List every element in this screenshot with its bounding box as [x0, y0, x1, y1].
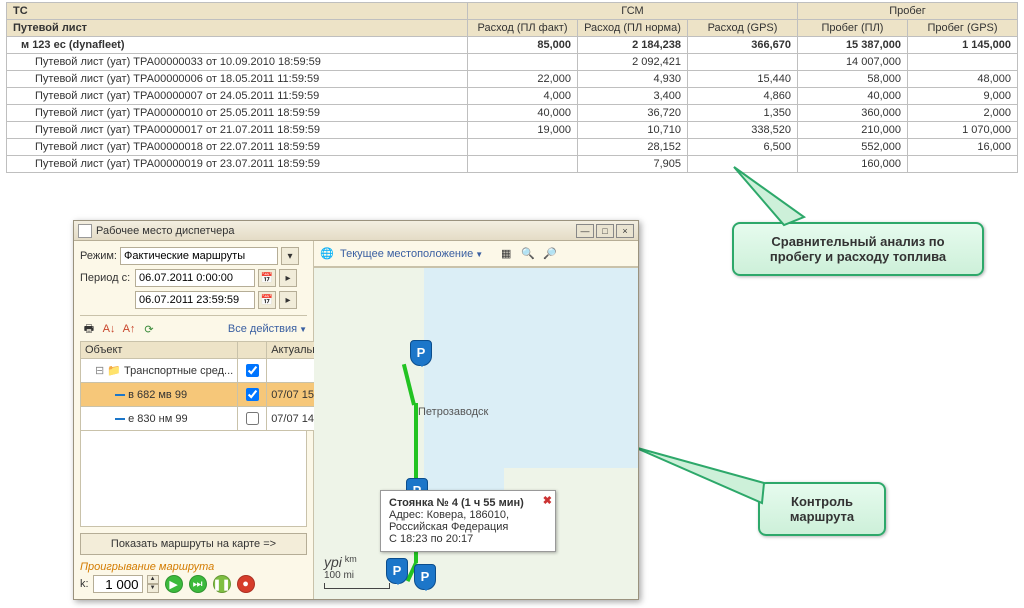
parking-marker-1[interactable]: P — [410, 340, 432, 366]
play-button[interactable]: ▶ — [165, 575, 183, 593]
tooltip-time: С 18:23 по 20:17 — [389, 533, 547, 545]
vehicle2-checkbox[interactable] — [246, 412, 259, 425]
vehicle1-checkbox[interactable] — [246, 388, 259, 401]
th-waybill: Путевой лист — [7, 20, 468, 37]
callout-route-arrow — [624, 437, 784, 517]
titlebar[interactable]: Рабочее место диспетчера — □ × — [74, 221, 638, 241]
table-row[interactable]: Путевой лист (уат) ТРА00000006 от 18.05.… — [7, 71, 1018, 88]
map-panel: 🌐 Текущее местоположение▼ ▦ 🔍 🔎 P P — [314, 241, 638, 599]
table-row[interactable]: Путевой лист (уат) ТРА00000018 от 22.07.… — [7, 139, 1018, 156]
minimize-button[interactable]: — — [576, 224, 594, 238]
all-actions-link[interactable]: Все действия▼ — [228, 323, 307, 335]
callout-analysis-text: Сравнительный анализ по пробегу и расход… — [770, 234, 946, 264]
left-panel: Режим: ▾ Период с: 📅 ▸ 📅 ▸ 🖶 A↓ A↑ — [74, 241, 314, 599]
window-icon — [78, 224, 92, 238]
date-to-arrow-button[interactable]: ▸ — [279, 291, 297, 309]
date-from-cal-button[interactable]: 📅 — [258, 269, 276, 287]
left-toolbar: 🖶 A↓ A↑ ⟳ Все действия▼ — [80, 320, 307, 338]
th-mileage-pl: Пробег (ПЛ) — [798, 20, 908, 37]
date-to-input[interactable] — [135, 291, 255, 309]
close-button[interactable]: × — [616, 224, 634, 238]
th-probeg: Пробег — [798, 3, 1018, 20]
date-from-arrow-button[interactable]: ▸ — [279, 269, 297, 287]
th-gsm: ГСМ — [468, 3, 798, 20]
tooltip-close-icon[interactable]: ✖ — [543, 494, 552, 507]
map-city-label: Петрозаводск — [418, 406, 488, 418]
callout-analysis-arrow — [724, 157, 814, 237]
vehicle-row-2[interactable]: е 830 нм 99 07/07 14:28 — [81, 407, 335, 431]
skip-button[interactable]: ⏭ — [189, 575, 207, 593]
k-up[interactable]: ▲ — [147, 575, 159, 584]
date-from-input[interactable] — [135, 269, 255, 287]
globe-icon[interactable]: 🌐 — [318, 245, 336, 263]
toolbar-refresh-icon[interactable]: ⟳ — [140, 320, 158, 338]
pause-button[interactable]: ❚❚ — [213, 575, 231, 593]
callout-route-text: Контроль маршрута — [790, 494, 854, 524]
k-input[interactable] — [93, 575, 143, 593]
toolbar-print-icon[interactable]: 🖶 — [80, 320, 98, 338]
th-consumption-gps: Расход (GPS) — [688, 20, 798, 37]
map-toolbar: 🌐 Текущее местоположение▼ ▦ 🔍 🔎 — [314, 241, 638, 267]
th-consumption-norm: Расход (ПЛ норма) — [578, 20, 688, 37]
window-title: Рабочее место диспетчера — [96, 225, 234, 237]
show-routes-button[interactable]: Показать маршруты на карте => — [80, 533, 307, 555]
maximize-button[interactable]: □ — [596, 224, 614, 238]
mode-label: Режим: — [80, 250, 117, 262]
map-area[interactable]: P P P P Петрозаводск ✖ Стоянка № 4 (1 ч … — [314, 267, 638, 599]
table-row[interactable]: Путевой лист (уат) ТРА00000033 от 10.09.… — [7, 54, 1018, 71]
fuel-mileage-table: ТС ГСМ Пробег Путевой лист Расход (ПЛ фа… — [6, 2, 1018, 173]
parking-marker-4[interactable]: P — [414, 564, 436, 590]
date-to-cal-button[interactable]: 📅 — [258, 291, 276, 309]
table-row[interactable]: Путевой лист (уат) ТРА00000007 от 24.05.… — [7, 88, 1018, 105]
zoom-out-icon[interactable]: 🔎 — [541, 245, 559, 263]
map-layers-icon[interactable]: ▦ — [497, 245, 515, 263]
col-chk — [238, 342, 267, 359]
tree-root-row[interactable]: ⊟ 📁 Транспортные сред... — [81, 359, 335, 383]
mode-dropdown-button[interactable]: ▾ — [281, 247, 299, 265]
toolbar-sort-desc-icon[interactable]: A↑ — [120, 320, 138, 338]
zoom-in-icon[interactable]: 🔍 — [519, 245, 537, 263]
stop-tooltip: ✖ Стоянка № 4 (1 ч 55 мин) Адрес: Ковера… — [380, 490, 556, 552]
table-group-row[interactable]: м 123 ec (dynafleet)85,0002 184,238366,6… — [7, 37, 1018, 54]
period-label: Период с: — [80, 272, 132, 284]
th-mileage-gps: Пробег (GPS) — [908, 20, 1018, 37]
th-consumption-fact: Расход (ПЛ факт) — [468, 20, 578, 37]
k-label: k: — [80, 578, 89, 590]
table-row[interactable]: Путевой лист (уат) ТРА00000010 от 25.05.… — [7, 105, 1018, 122]
col-object: Объект — [81, 342, 238, 359]
k-down[interactable]: ▼ — [147, 584, 159, 593]
map-scalebar: ypi km 100 mi — [324, 554, 390, 589]
record-button[interactable]: ● — [237, 575, 255, 593]
tooltip-title: Стоянка № 4 (1 ч 55 мин) — [389, 497, 547, 509]
toolbar-sort-asc-icon[interactable]: A↓ — [100, 320, 118, 338]
vehicle-row-1[interactable]: в 682 мв 99 07/07 15:08 — [81, 383, 335, 407]
table-row[interactable]: Путевой лист (уат) ТРА00000019 от 23.07.… — [7, 156, 1018, 173]
dispatcher-window: Рабочее место диспетчера — □ × Режим: ▾ … — [73, 220, 639, 600]
tree-empty-area[interactable] — [80, 431, 307, 527]
table-row[interactable]: Путевой лист (уат) ТРА00000017 от 21.07.… — [7, 122, 1018, 139]
vehicle-tree-table: Объект Актуальнос ⊟ 📁 Транспортные сред.… — [80, 341, 335, 431]
play-route-label: Проигрывание маршрута — [80, 561, 307, 573]
root-checkbox[interactable] — [246, 364, 259, 377]
current-location-link[interactable]: Текущее местоположение▼ — [340, 248, 483, 260]
mode-combo[interactable] — [120, 247, 278, 265]
th-tc: ТС — [7, 3, 468, 20]
